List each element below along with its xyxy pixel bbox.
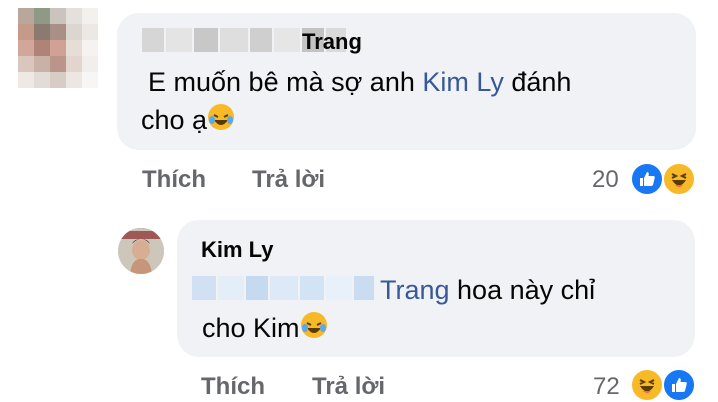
reply-button[interactable]: Trả lời <box>252 166 325 194</box>
like-icon[interactable] <box>630 162 664 196</box>
haha-icon[interactable] <box>662 162 696 196</box>
censored-name <box>192 276 374 300</box>
comment-text-after: đánh <box>503 67 572 97</box>
comment-text-line2-label: cho ạ <box>141 105 208 135</box>
avatar[interactable] <box>118 228 164 274</box>
comment-text-before: E muốn bê mà sợ anh <box>148 67 423 97</box>
like-button[interactable]: Thích <box>142 166 206 194</box>
avatar[interactable] <box>18 8 98 88</box>
comment-author[interactable]: Trang <box>302 29 362 55</box>
reply-text: Trang hoa này chỉ <box>380 271 595 309</box>
reply-text-after: hoa này chỉ <box>449 275 596 305</box>
like-button[interactable]: Thích <box>201 373 265 401</box>
reply-text-line2-label: cho Kim <box>202 313 300 343</box>
reply-author[interactable]: Kim Ly <box>201 237 274 263</box>
mention-link[interactable]: Trang <box>380 275 450 305</box>
reaction-count[interactable]: 20 <box>592 166 619 194</box>
reaction-count[interactable]: 72 <box>593 373 620 401</box>
haha-icon[interactable] <box>630 368 664 402</box>
mention-link[interactable]: Kim Ly <box>422 67 504 97</box>
like-icon[interactable] <box>662 368 696 402</box>
laughing-tears-icon <box>208 104 235 130</box>
reply-button[interactable]: Trả lời <box>312 373 385 401</box>
comment-text: E muốn bê mà sợ anh Kim Ly đánh <box>148 63 571 101</box>
comment-text-line2: cho ạ <box>141 101 235 139</box>
laughing-tears-icon <box>300 312 327 338</box>
reply-text-line2: cho Kim <box>202 309 327 347</box>
